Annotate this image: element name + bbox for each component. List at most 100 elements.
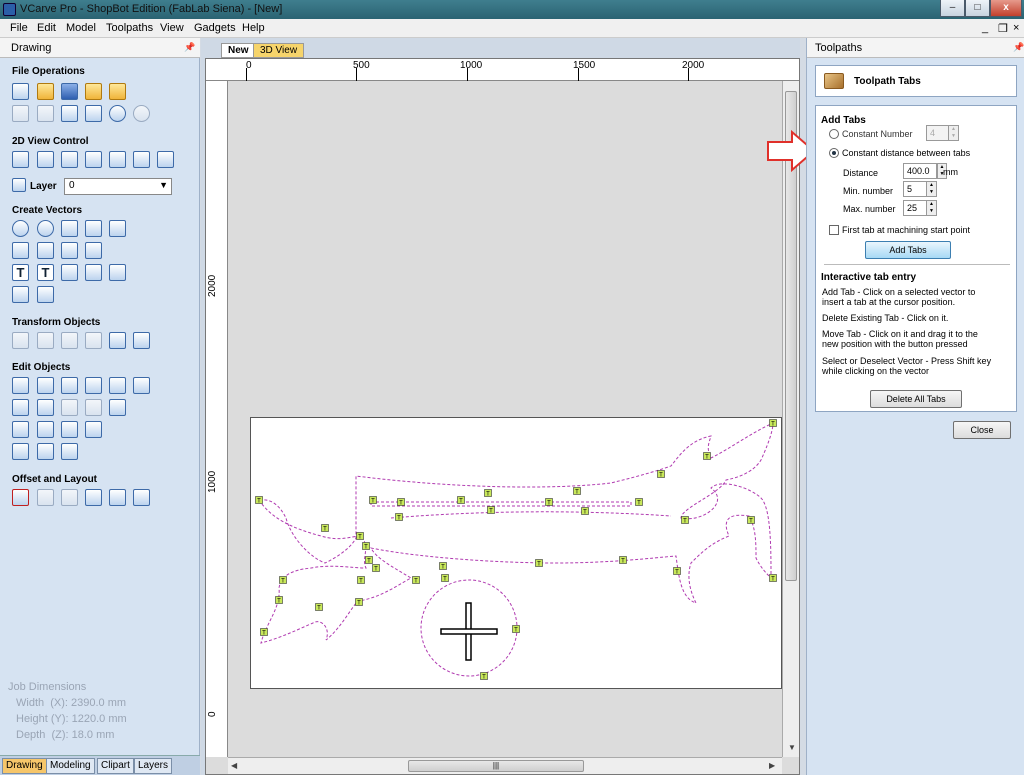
tab-marker[interactable]: T <box>439 562 447 571</box>
tab-marker[interactable]: T <box>635 498 643 507</box>
polyline-icon[interactable] <box>12 242 29 259</box>
tab-marker[interactable]: T <box>573 487 581 496</box>
spiral-icon[interactable] <box>85 242 102 259</box>
max-number-field[interactable]: 25 ▲ ▼ <box>903 200 937 216</box>
select-all-icon[interactable] <box>12 105 29 122</box>
draw-tool-icon[interactable] <box>12 286 29 303</box>
close-vector-icon[interactable] <box>85 421 102 438</box>
curve-fit-icon[interactable] <box>37 443 54 460</box>
tab-marker[interactable]: T <box>355 598 363 607</box>
corner-icon[interactable] <box>61 443 78 460</box>
import-icon[interactable] <box>109 83 126 100</box>
cut-icon[interactable] <box>37 105 54 122</box>
auto-text-icon[interactable]: T <box>37 264 54 281</box>
spin-icon[interactable]: ▲ ▼ <box>948 126 958 140</box>
tab-marker[interactable]: T <box>703 452 711 461</box>
first-tab-checkbox[interactable] <box>829 225 839 235</box>
smooth-icon[interactable] <box>61 421 78 438</box>
mdi-close-button[interactable]: × <box>1013 22 1019 34</box>
trim-icon[interactable] <box>109 399 126 416</box>
copy-icon[interactable] <box>61 105 78 122</box>
tab-marker[interactable]: T <box>356 532 364 541</box>
min-number-field[interactable]: 5 ▲ ▼ <box>903 181 937 197</box>
menu-help[interactable]: Help <box>242 22 265 34</box>
extend-icon[interactable] <box>12 421 29 438</box>
menu-view[interactable]: View <box>160 22 184 34</box>
polygon-icon[interactable] <box>85 220 102 237</box>
text-arc-icon[interactable] <box>109 264 126 281</box>
minimize-button[interactable]: – <box>940 0 965 17</box>
zoom-in-icon[interactable] <box>37 151 54 168</box>
constant-distance-radio[interactable] <box>829 148 839 158</box>
spin-icon[interactable]: ▲ ▼ <box>926 182 936 196</box>
text-icon[interactable]: T <box>12 264 29 281</box>
menu-edit[interactable]: Edit <box>37 22 56 34</box>
array-copy-icon[interactable] <box>37 489 54 506</box>
tab-marker[interactable]: T <box>362 542 370 551</box>
tab-marker[interactable]: T <box>441 574 449 583</box>
measure-icon[interactable] <box>133 377 150 394</box>
offset-outline-icon[interactable] <box>12 443 29 460</box>
scroll-right-icon[interactable]: ▶ <box>769 761 775 770</box>
arc-icon[interactable] <box>37 242 54 259</box>
zoom-box-icon[interactable] <box>85 151 102 168</box>
tab-marker[interactable]: T <box>412 576 420 585</box>
curve-icon[interactable] <box>61 242 78 259</box>
menu-model[interactable]: Model <box>66 22 96 34</box>
add-tabs-button[interactable]: Add Tabs <box>865 241 951 259</box>
tab-marker[interactable]: T <box>673 567 681 576</box>
tab-marker[interactable]: T <box>657 470 665 479</box>
spin-icon[interactable]: ▲ ▼ <box>926 201 936 215</box>
layer-dropdown[interactable]: 0 ▼ <box>64 178 172 195</box>
tab-marker[interactable]: T <box>512 625 520 634</box>
tab-marker[interactable]: T <box>535 559 543 568</box>
group-icon[interactable] <box>85 377 102 394</box>
intersect-icon[interactable] <box>61 399 78 416</box>
redo-icon[interactable] <box>133 105 150 122</box>
tab-marker[interactable]: T <box>357 576 365 585</box>
align-icon[interactable] <box>37 332 54 349</box>
tab-marker[interactable]: T <box>769 419 777 428</box>
tab-3d-view[interactable]: 3D View <box>253 43 305 58</box>
tab-new[interactable]: New <box>221 43 256 58</box>
tab-marker[interactable]: T <box>457 496 465 505</box>
new-file-icon[interactable] <box>12 83 29 100</box>
subtract-icon[interactable] <box>37 399 54 416</box>
join-icon[interactable] <box>37 421 54 438</box>
circular-copy-icon[interactable] <box>61 489 78 506</box>
move-icon[interactable] <box>12 332 29 349</box>
tab-marker[interactable]: T <box>372 564 380 573</box>
constant-number-field[interactable]: 4 ▲ ▼ <box>926 125 959 141</box>
rotate-icon[interactable] <box>61 332 78 349</box>
tab-marker[interactable]: T <box>769 574 777 583</box>
tab-marker[interactable]: T <box>480 672 488 681</box>
open-file-icon[interactable] <box>37 83 54 100</box>
vector-drawing[interactable]: TTTTTTTTTTTTT TTTTT T T TTT TT TTTTTTTTTTT <box>251 418 783 690</box>
text-on-curve-icon[interactable] <box>61 264 78 281</box>
scale-icon[interactable] <box>109 332 126 349</box>
mdi-minimize-button[interactable]: _ <box>982 22 988 34</box>
interactive-select-icon[interactable] <box>61 377 78 394</box>
text-box-icon[interactable] <box>85 264 102 281</box>
distort-icon[interactable] <box>133 332 150 349</box>
distance-field[interactable]: 400.0 <box>903 163 937 179</box>
tab-marker[interactable]: T <box>395 513 403 522</box>
vertical-scrollbar[interactable]: ▼ <box>782 81 799 757</box>
tab-marker[interactable]: T <box>484 489 492 498</box>
tab-marker[interactable]: T <box>545 498 553 507</box>
maximize-button[interactable]: □ <box>965 0 990 17</box>
menu-file[interactable]: File <box>10 22 28 34</box>
circle-icon[interactable] <box>12 220 29 237</box>
tab-drawing[interactable]: Drawing <box>2 758 47 774</box>
tab-marker[interactable]: T <box>279 576 287 585</box>
tab-marker[interactable]: T <box>619 556 627 565</box>
ellipse-icon[interactable] <box>37 220 54 237</box>
scroll-left-icon[interactable]: ◀ <box>231 761 237 770</box>
tab-layers[interactable]: Layers <box>134 758 173 774</box>
paste-icon[interactable] <box>85 105 102 122</box>
save-icon[interactable] <box>61 83 78 100</box>
open-folder-icon[interactable] <box>85 83 102 100</box>
tab-marker[interactable]: T <box>747 516 755 525</box>
select-icon[interactable] <box>12 377 29 394</box>
delete-all-tabs-button[interactable]: Delete All Tabs <box>870 390 962 408</box>
